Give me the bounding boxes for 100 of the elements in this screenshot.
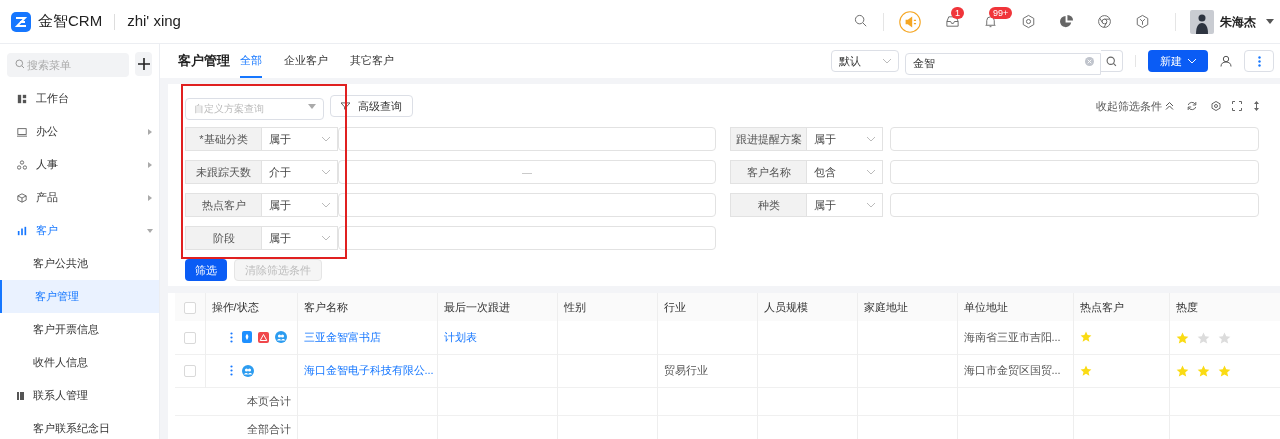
search-icon (15, 59, 25, 69)
menu-icon (17, 225, 27, 236)
sidebar-item[interactable]: 收件人信息 (0, 346, 159, 379)
column-header[interactable]: 热度 (1169, 293, 1280, 321)
chevron-down-icon (867, 136, 875, 142)
search-button[interactable] (1101, 50, 1123, 72)
scope-select[interactable]: 默认 (831, 50, 899, 72)
caret-icon (147, 161, 153, 168)
total-label: 全部合计 (246, 422, 291, 435)
column-height-icon[interactable] (1254, 101, 1259, 111)
checkbox[interactable] (183, 332, 196, 345)
caret-icon[interactable] (1266, 18, 1274, 25)
customer-link[interactable]: 海口金智电子科技有限公... (303, 364, 434, 377)
value-field[interactable] (338, 193, 716, 217)
search-field[interactable]: 金智 (905, 52, 1101, 75)
more-icon[interactable] (229, 331, 233, 343)
total-label: 本页合计 (246, 394, 291, 407)
sidebar-item[interactable]: 客户 (0, 214, 159, 247)
operator-select[interactable]: 属于 (807, 193, 883, 217)
collapse-filter-link[interactable]: 收起筛选条件 (1096, 97, 1174, 115)
condition-label: 热点客户 (185, 193, 262, 217)
operator-select[interactable]: 属于 (807, 127, 883, 151)
warning-icon (257, 331, 269, 343)
operator-select[interactable]: 包含 (807, 160, 883, 184)
checkbox[interactable] (183, 301, 196, 314)
tab[interactable]: 全部 (240, 44, 262, 78)
hexagon-icon[interactable] (1134, 14, 1150, 29)
value-field[interactable] (890, 193, 1259, 217)
condition-label: 未跟踪天数 (185, 160, 262, 184)
column-header[interactable]: 操作/状态 (205, 293, 297, 321)
range-separator: — (522, 165, 532, 180)
sidebar-item[interactable]: 客户公共池 (0, 247, 159, 280)
avatar-figure[interactable] (1190, 9, 1214, 34)
menu-search-field[interactable]: 搜索菜单 (7, 53, 129, 77)
chevron-up-icon (1165, 102, 1174, 110)
settings-icon[interactable] (1211, 101, 1221, 111)
column-header[interactable]: 客户名称 (297, 293, 437, 321)
sidebar-item[interactable]: 产品 (0, 181, 159, 214)
sidebar-item[interactable]: 工作台 (0, 82, 159, 115)
value-field[interactable] (338, 226, 716, 250)
operator-select[interactable]: 属于 (262, 127, 338, 151)
sidebar-item[interactable]: 客户管理 (0, 280, 159, 313)
advanced-query-button[interactable]: 高级查询 (330, 95, 413, 117)
table-cell: 海口市金贸区国贸... (963, 364, 1061, 377)
menu-icon (17, 126, 27, 137)
sidebar-item[interactable]: 客户联系纪念日 (0, 412, 159, 439)
column-header[interactable]: 最后一次跟进 (437, 293, 557, 321)
more-icon[interactable] (229, 365, 233, 376)
condition-label: *基础分类 (185, 127, 262, 151)
group-icon (241, 364, 254, 377)
customer-link[interactable]: 三亚金智富书店 (303, 331, 381, 343)
notification-badge: 99+ (989, 6, 1013, 19)
star-icon (1217, 364, 1231, 378)
column-header[interactable]: 单位地址 (957, 293, 1073, 321)
user-name[interactable]: 朱海杰 (1220, 12, 1256, 31)
filter-button[interactable]: 筛选 (185, 259, 227, 281)
column-header[interactable]: 性别 (557, 293, 657, 321)
column-header[interactable]: 家庭地址 (857, 293, 957, 321)
menu-icon (17, 192, 27, 203)
condition-label: 阶段 (185, 226, 262, 250)
page-title: 客户管理 (178, 52, 230, 71)
chevron-down-icon (1188, 58, 1196, 64)
bell-icon[interactable] (982, 14, 998, 29)
sidebar-item[interactable]: 办公 (0, 115, 159, 148)
tab[interactable]: 企业客户 (284, 44, 328, 78)
search-icon[interactable] (853, 14, 869, 29)
chevron-down-icon (322, 202, 330, 208)
checkbox[interactable] (183, 365, 196, 378)
value-field[interactable] (338, 127, 716, 151)
sidebar-item[interactable]: 人事 (0, 148, 159, 181)
operator-select[interactable]: 介于 (262, 160, 338, 184)
chevron-down-icon (322, 136, 330, 142)
inbox-icon[interactable] (944, 14, 960, 29)
chevron-down-icon (322, 235, 330, 241)
column-header[interactable]: 热点客户 (1073, 293, 1169, 321)
fullscreen-icon[interactable] (1232, 101, 1242, 111)
column-header[interactable]: 行业 (657, 293, 757, 321)
condition-label: 客户名称 (730, 160, 807, 184)
operator-select[interactable]: 属于 (262, 193, 338, 217)
chevron-down-icon (867, 169, 875, 175)
group-icon (274, 331, 287, 344)
star-icon (1196, 364, 1210, 378)
person-icon[interactable] (1220, 55, 1232, 67)
settings-icon[interactable] (1020, 14, 1036, 29)
column-header[interactable]: 人员规模 (757, 293, 857, 321)
sidebar-item[interactable]: 联系人管理 (0, 379, 159, 412)
value-field[interactable] (890, 160, 1259, 184)
more-button[interactable] (1244, 50, 1274, 72)
follow-up-link[interactable]: 计划表 (443, 331, 477, 343)
operator-select[interactable]: 属于 (262, 226, 338, 250)
pie-chart-icon[interactable] (1058, 14, 1074, 29)
sidebar-item[interactable]: 客户开票信息 (0, 313, 159, 346)
product-name: 金智CRM (38, 11, 103, 32)
new-button[interactable]: 新建 (1148, 50, 1208, 72)
add-button[interactable] (135, 52, 152, 76)
table-cell: 海南省三亚市吉阳... (963, 331, 1061, 343)
tab[interactable]: 其它客户 (350, 44, 394, 78)
value-field[interactable] (890, 127, 1259, 151)
chrome-icon[interactable] (1096, 14, 1112, 29)
refresh-icon[interactable] (1187, 101, 1197, 111)
